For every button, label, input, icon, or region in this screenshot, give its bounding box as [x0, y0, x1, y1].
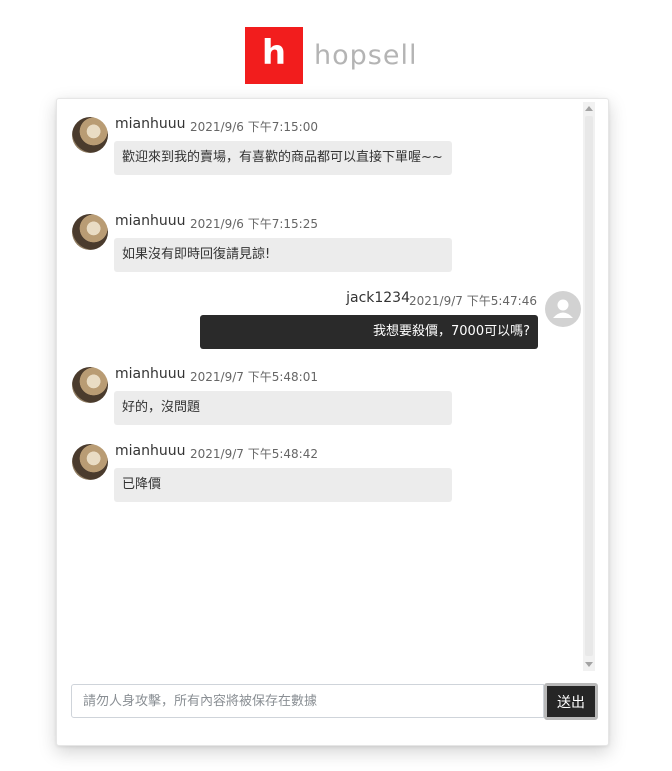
scroll-down-arrow-icon[interactable] — [585, 662, 593, 667]
message-username: mianhuuu — [115, 116, 186, 132]
message-item: mianhuuu 2021/9/7 下午5:48:01 好的，沒問題 — [57, 357, 577, 427]
logo-text: hopsell — [314, 40, 418, 71]
message-bubble: 如果沒有即時回復請見諒! — [114, 238, 452, 272]
scrollbar-track[interactable] — [585, 116, 593, 656]
send-button[interactable]: 送出 — [544, 683, 598, 720]
message-bubble: 已降價 — [114, 468, 452, 502]
message-timestamp: 2021/9/7 下午5:48:42 — [190, 447, 318, 461]
message-username: mianhuuu — [115, 366, 186, 382]
message-timestamp: 2021/9/6 下午7:15:00 — [190, 120, 318, 134]
user-avatar — [72, 117, 108, 153]
message-timestamp: 2021/9/6 下午7:15:25 — [190, 217, 318, 231]
message-composer: 送出 — [71, 683, 598, 720]
default-avatar-icon — [545, 291, 581, 327]
message-bubble: 好的，沒問題 — [114, 391, 452, 425]
message-input[interactable] — [71, 684, 544, 718]
message-bubble: 歡迎來到我的賣場，有喜歡的商品都可以直接下單喔~~ — [114, 141, 452, 175]
message-item: mianhuuu 2021/9/6 下午7:15:25 如果沒有即時回復請見諒! — [57, 204, 577, 274]
chat-panel: mianhuuu 2021/9/6 下午7:15:00 歡迎來到我的賣場，有喜歡… — [56, 98, 609, 746]
scroll-up-arrow-icon[interactable] — [585, 106, 593, 111]
message-username: jack1234 — [346, 290, 410, 306]
message-username: mianhuuu — [115, 443, 186, 459]
message-list[interactable]: mianhuuu 2021/9/6 下午7:15:00 歡迎來到我的賣場，有喜歡… — [57, 99, 595, 674]
message-timestamp: 2021/9/7 下午5:48:01 — [190, 370, 318, 384]
message-timestamp: 2021/9/7 下午5:47:46 — [409, 294, 537, 308]
message-username: mianhuuu — [115, 213, 186, 229]
message-bubble: 我想要殺價，7000可以嗎? — [200, 315, 538, 349]
message-item-mine: jack1234 2021/9/7 下午5:47:46 我想要殺價，7000可以… — [57, 282, 583, 352]
logo-mark: h — [245, 27, 303, 84]
user-avatar — [72, 444, 108, 480]
brand-logo[interactable]: h hopsell — [245, 27, 417, 84]
message-scrollbar[interactable] — [583, 102, 595, 671]
user-avatar — [72, 367, 108, 403]
message-item: mianhuuu 2021/9/7 下午5:48:42 已降價 — [57, 434, 577, 504]
user-avatar — [72, 214, 108, 250]
message-item: mianhuuu 2021/9/6 下午7:15:00 歡迎來到我的賣場，有喜歡… — [57, 99, 577, 199]
